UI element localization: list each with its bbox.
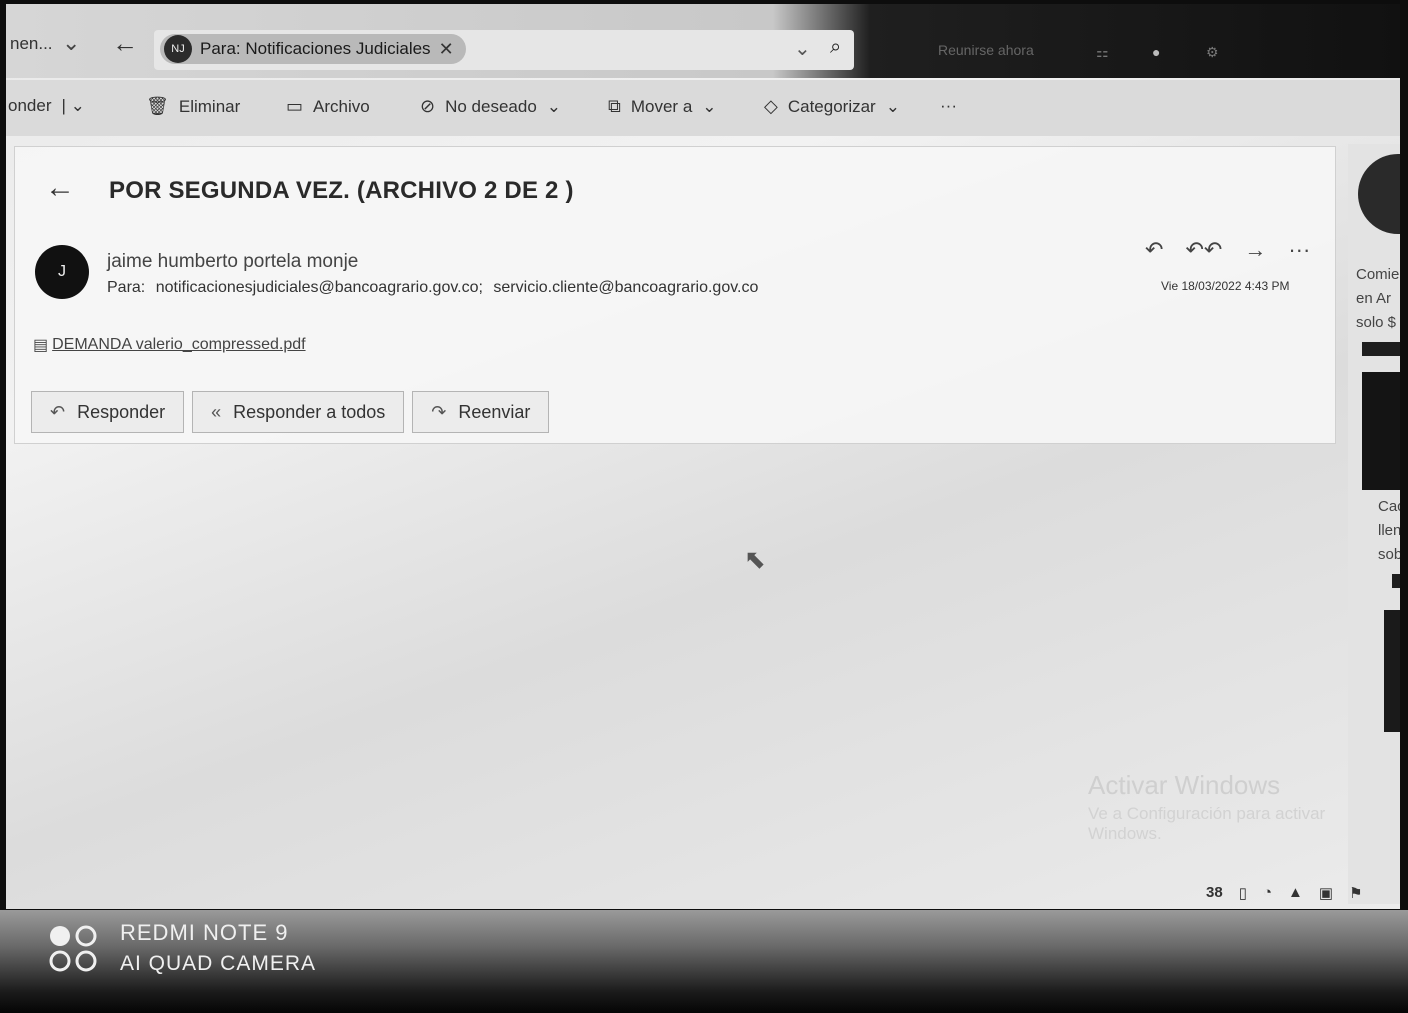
chevron-down-icon[interactable]: | ⌄ [61,96,84,116]
message-actions: ↶ ↶↶ → ··· [1145,237,1310,263]
reply-all-label: Responder a todos [233,401,386,422]
battery-icon[interactable]: ▯ [1239,884,1247,902]
close-icon[interactable]: ✕ [439,39,454,60]
message-subject: POR SEGUNDA VEZ. (ARCHIVO 2 DE 2 ) [109,177,574,204]
reply-label: Responder [77,401,166,422]
chip-avatar: NJ [164,35,192,63]
activation-watermark-subtitle: Ve a Configuración para activar Windows. [1088,804,1326,843]
junk-label: No deseado [445,96,537,116]
attachment-link[interactable]: ▤ DEMANDA valerio_compressed.pdf [33,335,306,355]
ad-text[interactable]: llen [1378,522,1400,539]
back-arrow-icon[interactable]: ← [45,171,75,205]
system-tray: 38 ▯ ◔ ▲ ▣ ⚑ [1206,884,1363,902]
delete-label: Eliminar [178,96,241,116]
ad-sidebar: Comie en Ar solo $ Cac llen sob [1348,144,1400,904]
search-filter-chip[interactable]: NJ Para: Notificaciones Judiciales ✕ [160,34,466,64]
categorize-label: Categorizar [787,96,876,116]
teams-icon[interactable]: ⚏ [1096,44,1109,61]
pdf-app-icon[interactable]: ▲ [1288,884,1303,902]
reply-button-group: ↶ Responder « Responder a todos ↷ Reenvi… [31,391,550,433]
outlook-window: nen... ⌄ ← NJ Para: Notificaciones Judic… [6,4,1400,909]
avatar[interactable]: J [35,245,89,299]
folder-breadcrumb[interactable]: nen... [10,34,53,54]
reply-all-button[interactable]: « Responder a todos [192,391,405,433]
more-icon[interactable]: ··· [1288,237,1310,263]
move-folder-icon: ⧉ [608,96,621,116]
move-label: Mover a [630,96,693,116]
sender-name[interactable]: jaime humberto portela monje [107,251,358,273]
skype-icon[interactable]: ● [1152,44,1160,60]
chip-label: Para: Notificaciones Judiciales [200,39,431,58]
tag-icon: ◇ [764,96,778,116]
reply-all-icon[interactable]: ↶↶ [1185,237,1222,263]
reply-all-icon: « [211,401,222,422]
recipient[interactable]: notificacionesjudiciales@bancoagrario.go… [156,279,483,296]
archive-icon: ▭ [286,96,304,116]
chevron-down-icon: ⌄ [885,96,900,116]
chevron-down-icon: ⌄ [546,96,562,116]
ad-text[interactable]: solo $ [1356,314,1396,331]
attachment-name: DEMANDA valerio_compressed.pdf [52,336,306,353]
ad-image[interactable] [1384,610,1400,732]
photo-app-icon[interactable]: ▣ [1319,884,1333,902]
tray-counter[interactable]: 38 [1206,884,1223,902]
camera-watermark-type: AI QUAD CAMERA [120,952,317,975]
message-date: Vie 18/03/2022 4:43 PM [1161,279,1290,293]
chevron-down-icon[interactable]: ⌄ [794,36,811,61]
ad-image[interactable] [1358,154,1400,234]
command-bar: onder | ⌄ 🗑 Eliminar ▭ Archivo ⊘ No dese… [6,80,1400,136]
gear-icon[interactable]: ⚙ [1206,44,1219,61]
reply-icon[interactable]: ↶ [1145,237,1163,263]
top-search-bar: nen... ⌄ ← NJ Para: Notificaciones Judic… [6,4,1400,78]
ad-text[interactable]: Comie [1356,266,1399,283]
camera-watermark-model: REDMI NOTE 9 [120,920,289,945]
camera-logo-icon [49,925,97,972]
search-input[interactable]: NJ Para: Notificaciones Judiciales ✕ ⌄ ⌕ [154,30,854,70]
meet-now-button[interactable]: Reunirse ahora [938,42,1034,58]
block-icon: ⊘ [420,96,436,116]
to-label: Para: [107,279,146,296]
forward-label: Reenviar [458,401,531,422]
ad-badge [1392,574,1400,588]
chevron-down-icon: ⌄ [702,96,717,116]
forward-icon[interactable]: → [1244,237,1266,263]
recipient[interactable]: servicio.cliente@bancoagrario.gov.co [493,279,758,296]
activation-watermark-title: Activar Windows [1088,770,1281,800]
archive-button[interactable]: ▭ Archivo [286,96,370,117]
ad-text[interactable]: sob [1378,546,1400,563]
forward-icon: ↷ [431,401,447,422]
move-button[interactable]: ⧉ Mover a ⌄ [608,96,717,117]
delete-button[interactable]: 🗑 Eliminar [146,96,240,117]
more-actions-button[interactable]: ··· [940,96,957,116]
ad-text[interactable]: Cac [1378,498,1400,515]
reply-split-button[interactable]: onder | ⌄ [8,96,85,116]
ad-image[interactable] [1362,372,1400,490]
archive-label: Archivo [313,96,370,116]
recipient-line: Para: notificacionesjudiciales@bancoagra… [107,279,764,297]
forward-button[interactable]: ↷ Reenviar [412,391,550,433]
ad-badge [1362,342,1400,356]
reply-icon: ↶ [50,401,66,422]
reply-label: onder [8,96,52,115]
ad-text[interactable]: en Ar [1356,290,1391,307]
flag-icon[interactable]: ⚑ [1349,884,1362,902]
reading-pane: ← POR SEGUNDA VEZ. (ARCHIVO 2 DE 2 ) J j… [14,146,1336,444]
reply-button[interactable]: ↶ Responder [31,391,185,433]
categorize-button[interactable]: ◇ Categorizar ⌄ [764,96,900,117]
junk-button[interactable]: ⊘ No deseado ⌄ [420,96,561,117]
trash-icon: 🗑 [146,96,169,116]
back-arrow-icon[interactable]: ← [112,28,138,59]
mouse-cursor-icon: ⬉ [744,544,766,574]
pdf-file-icon: ▤ [33,337,49,354]
network-icon[interactable]: ◔ [1263,884,1272,902]
search-icon[interactable]: ⌕ [830,36,841,59]
chevron-down-icon[interactable]: ⌄ [62,30,80,56]
